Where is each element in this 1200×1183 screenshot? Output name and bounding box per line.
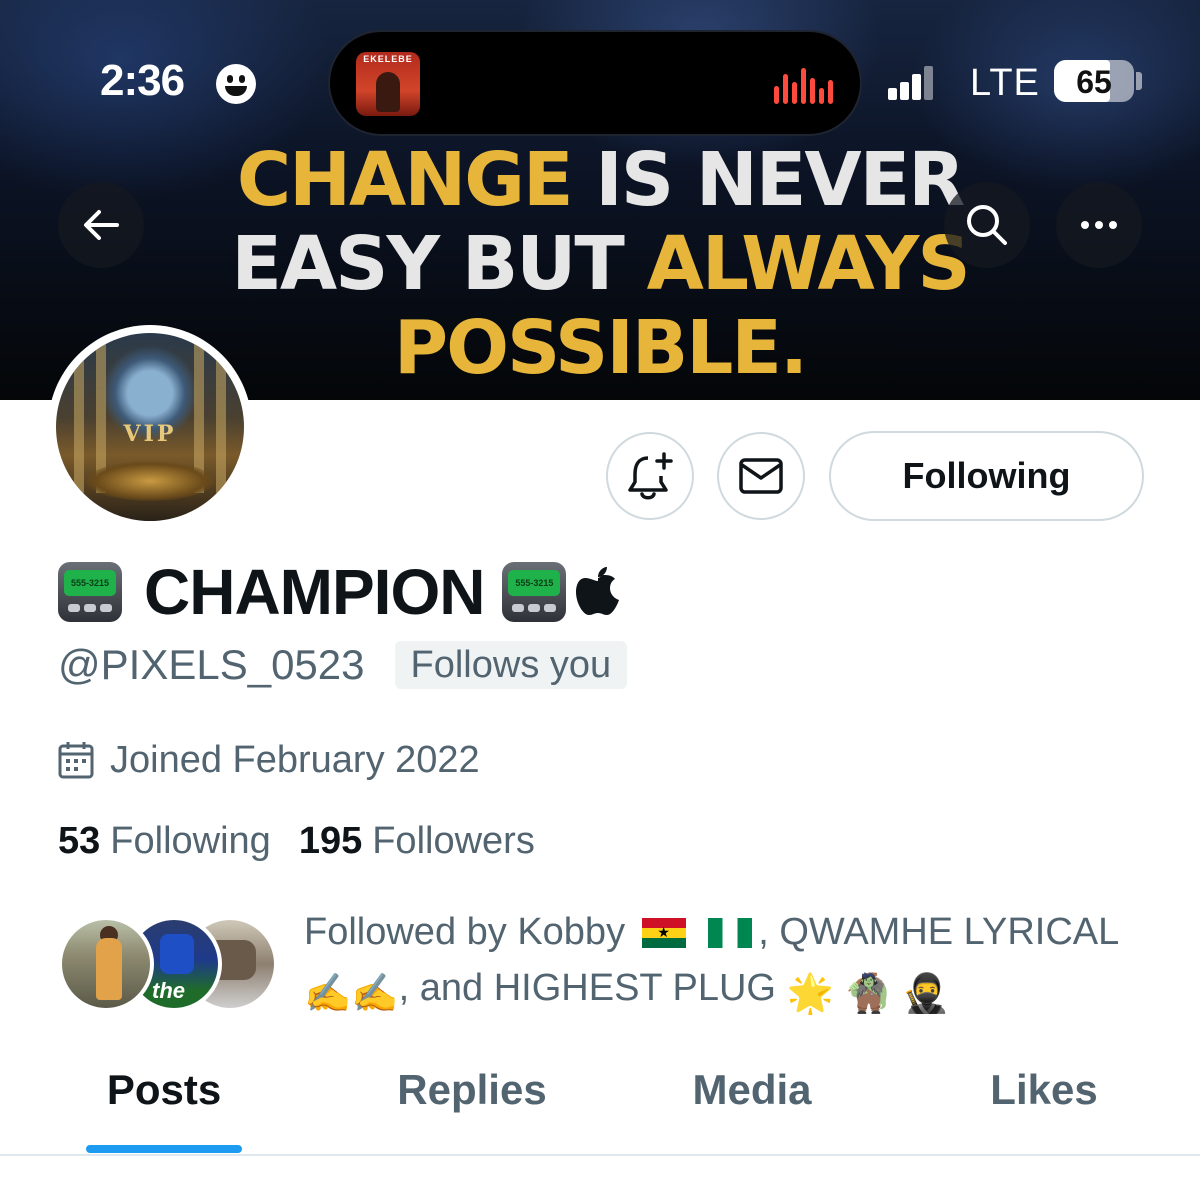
more-options-button[interactable] [1056,182,1142,268]
followed-by-text[interactable]: Followed by Kobby , QWAMHE LYRICAL ✍️✍️,… [304,904,1164,1016]
followers-count: 195 [298,819,363,862]
follow-stats: 53 Following 195 Followers [58,816,535,866]
audio-waveform-icon [774,68,834,104]
tab-likes[interactable]: Likes [962,1066,1126,1126]
ellipsis-icon [1081,221,1117,229]
tab-media[interactable]: Media [662,1066,842,1126]
pager-screen-text: 555-3215 [508,570,561,596]
tabs-divider [0,1154,1200,1156]
arrow-left-icon [84,210,119,240]
tab-replies[interactable]: Replies [372,1066,572,1126]
followed-by-part2: , QWAMHE LYRICAL [758,911,1120,953]
search-button[interactable] [944,182,1030,268]
battery-level: 65 [1076,64,1112,100]
followers-stat[interactable]: 195 Followers [299,820,535,863]
smiley-face-icon [216,64,256,104]
ninja-icon: 🥷 [902,973,950,1015]
avatar-vip-text: VIP [123,421,177,447]
ghana-flag-icon [641,918,686,948]
pager-screen-text: 555-3215 [64,570,116,596]
display-name: CHAMPION [144,556,485,628]
now-playing-artwork[interactable]: EKELEBE [356,52,420,116]
notifications-button[interactable] [606,432,694,520]
follows-you-badge: Follows you [394,641,628,689]
profile-avatar[interactable]: VIP [48,325,252,529]
followed-by-part3: , and HIGHEST PLUG [398,967,776,1009]
avatar-image: VIP [56,333,244,521]
writing-hand-icon: ✍️ [351,973,399,1015]
follower-avatar-overlay-text: the [152,978,185,1003]
glowing-star-icon: 🌟 [786,973,834,1015]
cellular-signal-icon [888,66,934,100]
display-name-row: 555-3215 CHAMPION 555-3215 [58,554,620,630]
battery-icon: 65 [1054,60,1134,102]
pager-icon: 555-3215 [58,562,122,622]
follower-avatar-1[interactable] [58,916,154,1012]
followers-label: Followers [372,819,535,862]
writing-hand-icon: ✍️ [304,973,352,1015]
following-label: Following [110,819,271,862]
following-button[interactable]: Following [829,431,1144,521]
followed-by-prefix: Followed by Kobby [304,911,626,953]
back-button[interactable] [58,182,144,268]
search-icon [967,205,1007,245]
joined-date: Joined February 2022 [110,738,480,781]
following-count: 53 [58,819,101,862]
troll-icon: 🧌 [844,973,892,1015]
profile-tabs: Posts Replies Media Likes [0,1046,1200,1156]
now-playing-label: EKELEBE [363,54,413,64]
user-handle: @PIXELS_0523 [58,641,365,688]
bell-plus-icon [628,452,673,500]
handle-row: @PIXELS_0523 Follows you [58,638,628,692]
dynamic-island[interactable]: EKELEBE [328,30,862,136]
nigeria-flag-icon [708,918,753,948]
calendar-icon [58,742,94,779]
envelope-icon [739,458,783,494]
status-time: 2:36 [100,56,185,105]
message-button[interactable] [717,432,805,520]
active-tab-indicator [86,1145,242,1153]
network-type: LTE [970,62,1040,104]
tab-posts[interactable]: Posts [62,1066,266,1126]
pager-icon: 555-3215 [502,562,567,622]
apple-logo-icon [576,567,620,615]
joined-date-row: Joined February 2022 [58,732,480,788]
following-stat[interactable]: 53 Following [58,820,271,863]
battery-tip [1136,72,1142,90]
